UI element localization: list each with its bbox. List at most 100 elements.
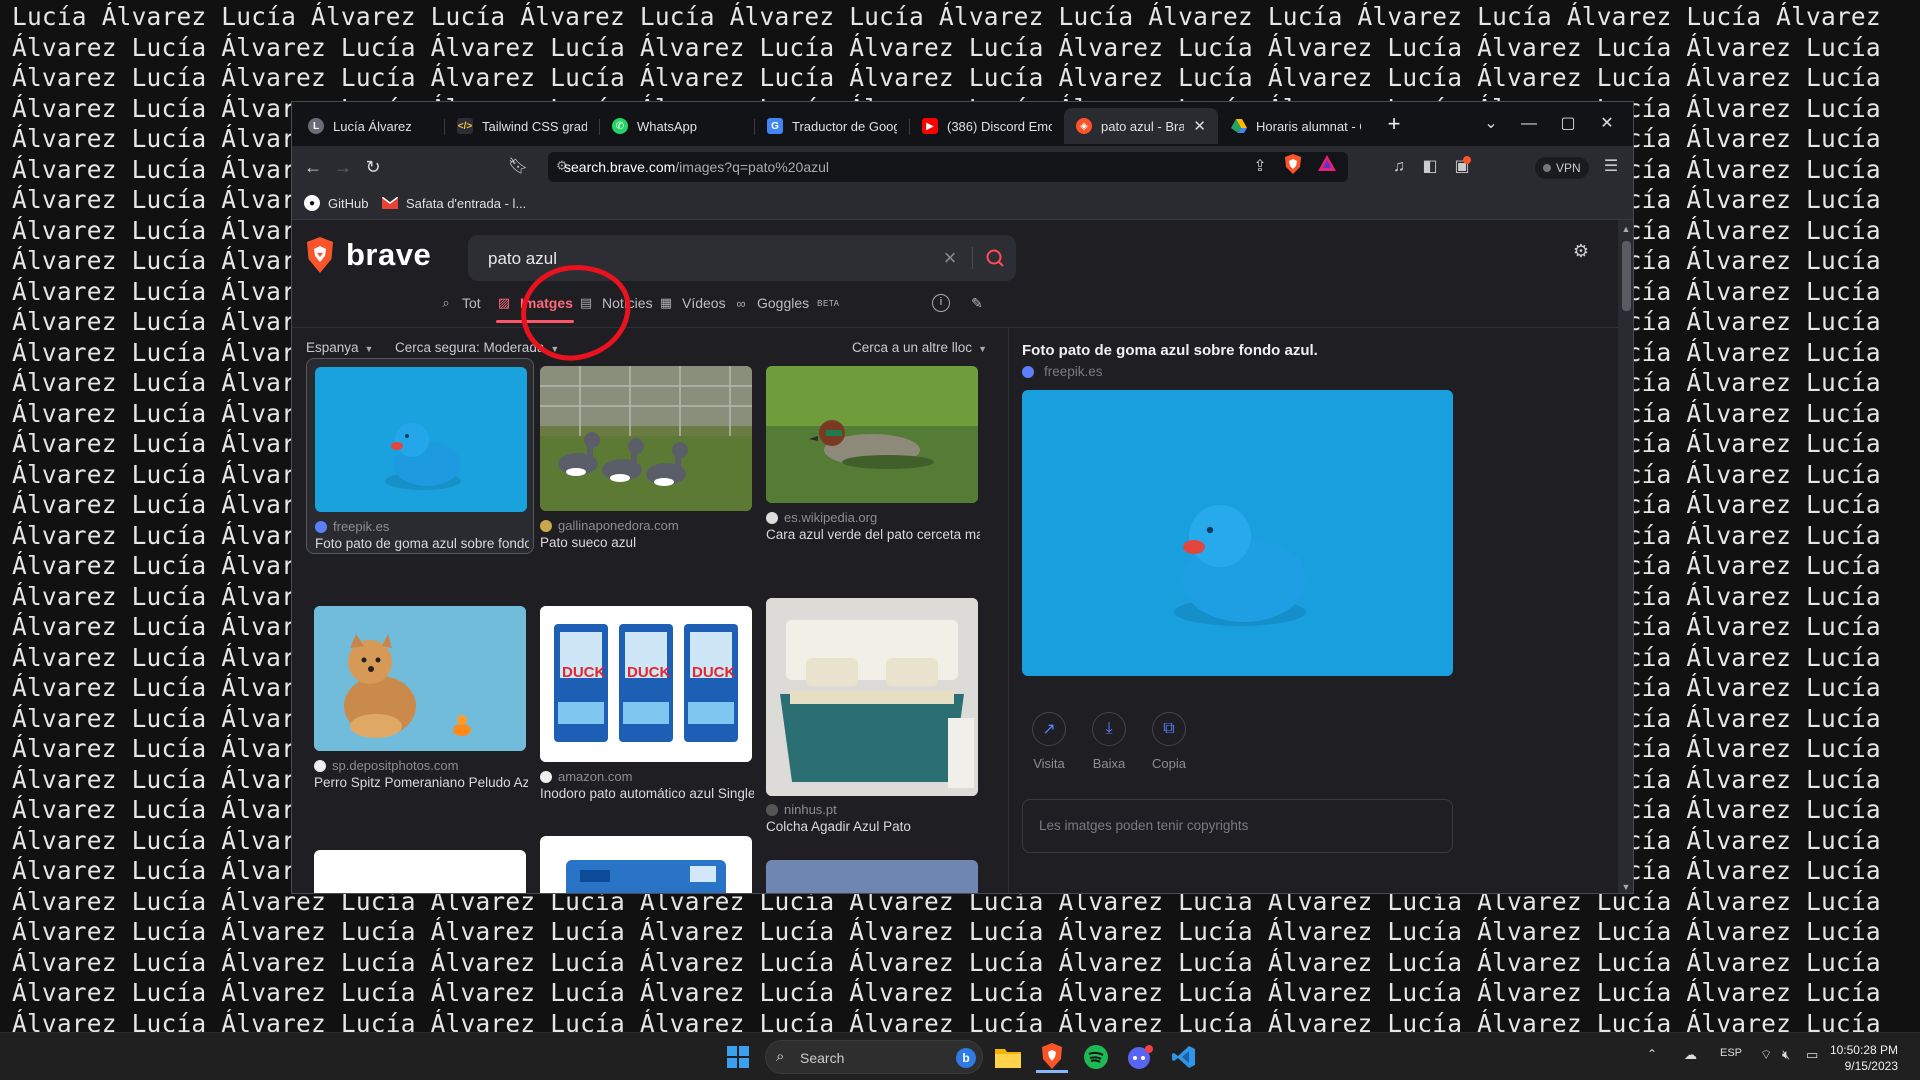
tab-search-chevron-icon[interactable]: ⌄: [1474, 110, 1508, 138]
volume-muted-icon[interactable]: 🔇︎: [1782, 1047, 1790, 1063]
maximize-button[interactable]: ▢: [1551, 110, 1585, 138]
media-icon[interactable]: ♫: [1386, 154, 1412, 180]
tab-goggles[interactable]: ∞ Goggles BETA: [733, 288, 839, 318]
result-card[interactable]: DUCK DUCK DUCK amazon.com Inodoro pato a…: [532, 598, 760, 801]
scroll-down-icon[interactable]: ▼: [1621, 882, 1631, 892]
location-filter[interactable]: Cerca a un altre lloc ▼: [852, 340, 987, 355]
bing-icon[interactable]: b: [956, 1048, 976, 1068]
windows-start-button[interactable]: [722, 1041, 754, 1073]
back-button[interactable]: ←: [300, 154, 326, 180]
download-button[interactable]: ⤓ Baixa: [1082, 712, 1136, 771]
info-icon[interactable]: i: [932, 294, 950, 312]
brave-logo[interactable]: brave: [304, 237, 431, 273]
scrollbar-thumb[interactable]: [1622, 241, 1631, 311]
preview-source[interactable]: freepik.es: [1022, 364, 1103, 379]
tab-lucia-alvarez[interactable]: L Lucía Álvarez: [296, 108, 444, 144]
chevron-down-icon: ▼: [364, 344, 374, 354]
preview-image[interactable]: [1022, 390, 1453, 676]
result-thumbnail[interactable]: [766, 860, 978, 893]
onedrive-cloud-icon[interactable]: ☁︎: [1684, 1047, 1697, 1063]
system-clock[interactable]: 10:50:28 PM 9/15/2023: [1802, 1042, 1898, 1074]
tab-google-translate[interactable]: G Traductor de Google: [755, 108, 909, 144]
result-thumbnail[interactable]: [540, 366, 752, 511]
preview-title[interactable]: Foto pato de goma azul sobre fondo azul.: [1022, 342, 1318, 359]
bookmark-page-icon[interactable]: 🔖︎: [505, 154, 531, 180]
windows-logo-icon: [727, 1046, 749, 1068]
wallpaper-text-line: Álvarez Lucía Álvarez Lucía Álvarez Lucí…: [12, 1008, 1881, 1033]
result-card[interactable]: es.wikipedia.org Cara azul verde del pat…: [758, 358, 986, 548]
discord-icon[interactable]: [1124, 1041, 1156, 1073]
tab-youtube-discord-emojis[interactable]: ▶ (386) Discord Emojis v: [910, 108, 1064, 144]
tab-all[interactable]: ⌕ Tot: [438, 288, 480, 318]
result-thumbnail[interactable]: [540, 836, 752, 893]
duck-brand-logo: DUCK: [562, 664, 606, 681]
brave-rewards-icon[interactable]: [1314, 154, 1340, 180]
forward-button[interactable]: →: [330, 154, 356, 180]
result-source[interactable]: freepik.es: [315, 519, 389, 534]
taskbar-search[interactable]: ⌕ Search b: [765, 1040, 983, 1074]
result-source[interactable]: ninhus.pt: [766, 802, 837, 817]
result-card[interactable]: sp.depositphotos.com Perro Spitz Pomeran…: [306, 598, 534, 794]
rubber-duck-large-image: [1022, 390, 1453, 676]
copy-button[interactable]: ⧉ Copia: [1142, 712, 1196, 771]
close-tab-icon[interactable]: ✕: [1193, 117, 1206, 135]
vscode-icon[interactable]: [1168, 1041, 1200, 1073]
video-icon: ▦: [659, 295, 673, 310]
bookmark-github[interactable]: ● GitHub: [304, 195, 368, 211]
result-thumbnail[interactable]: DUCK DUCK DUCK: [540, 606, 752, 762]
show-hidden-icons-chevron-icon[interactable]: ⌃: [1647, 1047, 1657, 1061]
brave-taskbar-icon[interactable]: [1036, 1041, 1068, 1073]
language-indicator[interactable]: ESP: [1720, 1047, 1742, 1059]
vpn-button[interactable]: VPN: [1535, 157, 1589, 179]
result-caption[interactable]: Foto pato de goma azul sobre fondo azul.: [315, 536, 529, 551]
tab-pato-azul-brave[interactable]: ◈ pato azul - Brave ✕: [1064, 108, 1218, 144]
minimize-button[interactable]: —: [1512, 110, 1546, 138]
result-source[interactable]: sp.depositphotos.com: [314, 758, 458, 773]
result-caption[interactable]: Perro Spitz Pomeraniano Peludo Azul C...: [314, 775, 528, 790]
result-thumbnail[interactable]: [766, 598, 978, 796]
reload-button[interactable]: ↻: [360, 154, 386, 180]
menu-icon[interactable]: ☰: [1598, 154, 1624, 180]
result-card[interactable]: ninhus.pt Colcha Agadir Azul Pato: [758, 590, 986, 834]
result-source[interactable]: amazon.com: [540, 769, 632, 784]
settings-gear-icon[interactable]: ⚙︎: [1570, 240, 1592, 262]
tab-horaris-alumnat[interactable]: Horaris alumnat - Goo: [1219, 108, 1373, 144]
visit-button[interactable]: ↗ Visita: [1022, 712, 1076, 771]
share-icon[interactable]: ⇪: [1247, 154, 1273, 180]
result-caption[interactable]: Colcha Agadir Azul Pato: [766, 819, 980, 834]
tab-whatsapp[interactable]: ✆ WhatsApp: [600, 108, 754, 144]
tab-tailwind-css-gradient[interactable]: </> Tailwind CSS gradient: [445, 108, 599, 144]
clear-search-icon[interactable]: ×: [937, 245, 963, 271]
swedish-ducks-image: [540, 366, 752, 511]
scrollbar[interactable]: [1618, 220, 1633, 893]
result-source[interactable]: gallinaponedora.com: [540, 518, 679, 533]
brave-icon: ◈: [1076, 118, 1092, 134]
new-tab-button[interactable]: +: [1381, 112, 1407, 138]
close-window-button[interactable]: ✕: [1590, 110, 1624, 138]
result-caption[interactable]: Cara azul verde del pato cerceta macho: [766, 527, 980, 542]
scroll-up-icon[interactable]: ▲: [1621, 224, 1631, 234]
result-card[interactable]: freepik.es Foto pato de goma azul sobre …: [306, 358, 534, 554]
result-thumbnail[interactable]: [315, 367, 527, 512]
result-source[interactable]: es.wikipedia.org: [766, 510, 877, 525]
url-text[interactable]: search.brave.com/images?q=pato%20azul: [564, 159, 829, 175]
sidebar-icon[interactable]: ◧: [1417, 154, 1443, 180]
result-card[interactable]: gallinaponedora.com Pato sueco azul: [532, 358, 760, 554]
result-caption[interactable]: Pato sueco azul: [540, 535, 754, 550]
region-filter[interactable]: Espanya ▼: [306, 340, 373, 355]
bookmark-gmail[interactable]: Safata d'entrada - l...: [382, 195, 526, 211]
result-thumbnail[interactable]: [314, 850, 526, 893]
duck-brand-logo: DUCK: [692, 664, 736, 681]
wifi-icon[interactable]: ⌔: [1760, 1047, 1772, 1063]
result-caption[interactable]: Inodoro pato automático azul Single - 1,…: [540, 786, 754, 801]
result-thumbnail[interactable]: [314, 606, 526, 751]
duck-toilet-cleaner-image: [540, 606, 752, 762]
spotify-icon[interactable]: [1080, 1041, 1112, 1073]
result-thumbnail[interactable]: [766, 366, 978, 503]
wallet-icon[interactable]: ▣: [1449, 154, 1475, 180]
file-explorer-icon[interactable]: [992, 1041, 1024, 1073]
tab-videos[interactable]: ▦ Vídeos: [658, 288, 726, 318]
search-submit-icon[interactable]: [982, 245, 1008, 271]
brave-shields-icon[interactable]: [1280, 154, 1306, 180]
feedback-icon[interactable]: ✎: [968, 294, 986, 312]
